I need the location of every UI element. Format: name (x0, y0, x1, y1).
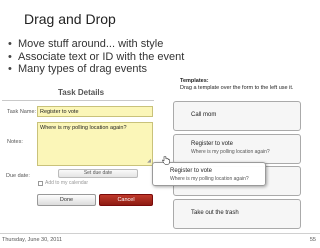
add-to-calendar-label: Add to my calendar (45, 180, 89, 186)
form-divider (2, 100, 154, 101)
template-title: Call mom (191, 112, 217, 118)
task-name-label: Task Name: (7, 109, 37, 115)
cancel-button[interactable]: Cancel (99, 194, 153, 206)
template-card-take-out-trash[interactable]: Take out the trash (173, 199, 301, 229)
bullet-dot-icon: • (8, 38, 12, 50)
add-to-calendar-checkbox[interactable] (38, 180, 43, 186)
templates-heading: Templates: Drag a template over the form… (180, 78, 310, 91)
dragging-template-description: Where is my polling location again? (170, 176, 249, 182)
notes-label: Notes: (7, 139, 23, 145)
template-description: Where is my polling location again? (191, 149, 270, 155)
dragging-template-card[interactable]: Register to vote Where is my polling loc… (152, 162, 266, 186)
bullet-dot-icon: • (8, 50, 12, 63)
notes-textarea[interactable]: Where is my polling location again? ◢ (37, 122, 153, 166)
bullet-list: • Move stuff around... with style • Associ… (8, 38, 184, 76)
template-card-register-to-vote[interactable]: Register to vote Where is my polling loc… (173, 134, 301, 164)
add-to-calendar-row[interactable]: Add to my calendar (38, 180, 88, 186)
page-number: 55 (309, 237, 316, 243)
footer-divider (0, 233, 320, 234)
form-title: Task Details (58, 88, 105, 97)
hand-cursor-icon (162, 156, 170, 165)
notes-text: Where is my polling location again? (40, 125, 127, 131)
slide: Drag and Drop • Move stuff around... with… (0, 0, 320, 248)
task-name-input[interactable]: Register to vote (37, 106, 153, 117)
template-card-call-mom[interactable]: Call mom (173, 101, 301, 131)
bullet-dot-icon: • (8, 63, 12, 75)
due-date-label: Due date: (6, 173, 30, 179)
set-due-date-button[interactable]: Set due date (58, 169, 138, 178)
bullet-item: • Move stuff around... with style (8, 38, 164, 50)
bullet-item: • Associate text or ID with the event (8, 50, 185, 63)
templates-title: Templates: (180, 78, 209, 84)
bullet-item: • Many types of drag events (8, 63, 148, 75)
footer-date: Thursday, June 30, 2011 (2, 237, 63, 243)
resize-grip-icon[interactable]: ◢ (147, 158, 151, 164)
template-title: Take out the trash (191, 210, 239, 216)
slide-title: Drag and Drop (24, 11, 116, 27)
task-details-form: Task Details Task Name: Register to vote… (0, 86, 162, 216)
templates-instructions: Drag a template over the form to the lef… (180, 84, 294, 91)
template-title: Register to vote (191, 141, 234, 147)
dragging-template-title: Register to vote (170, 168, 213, 174)
done-button[interactable]: Done (37, 194, 96, 206)
